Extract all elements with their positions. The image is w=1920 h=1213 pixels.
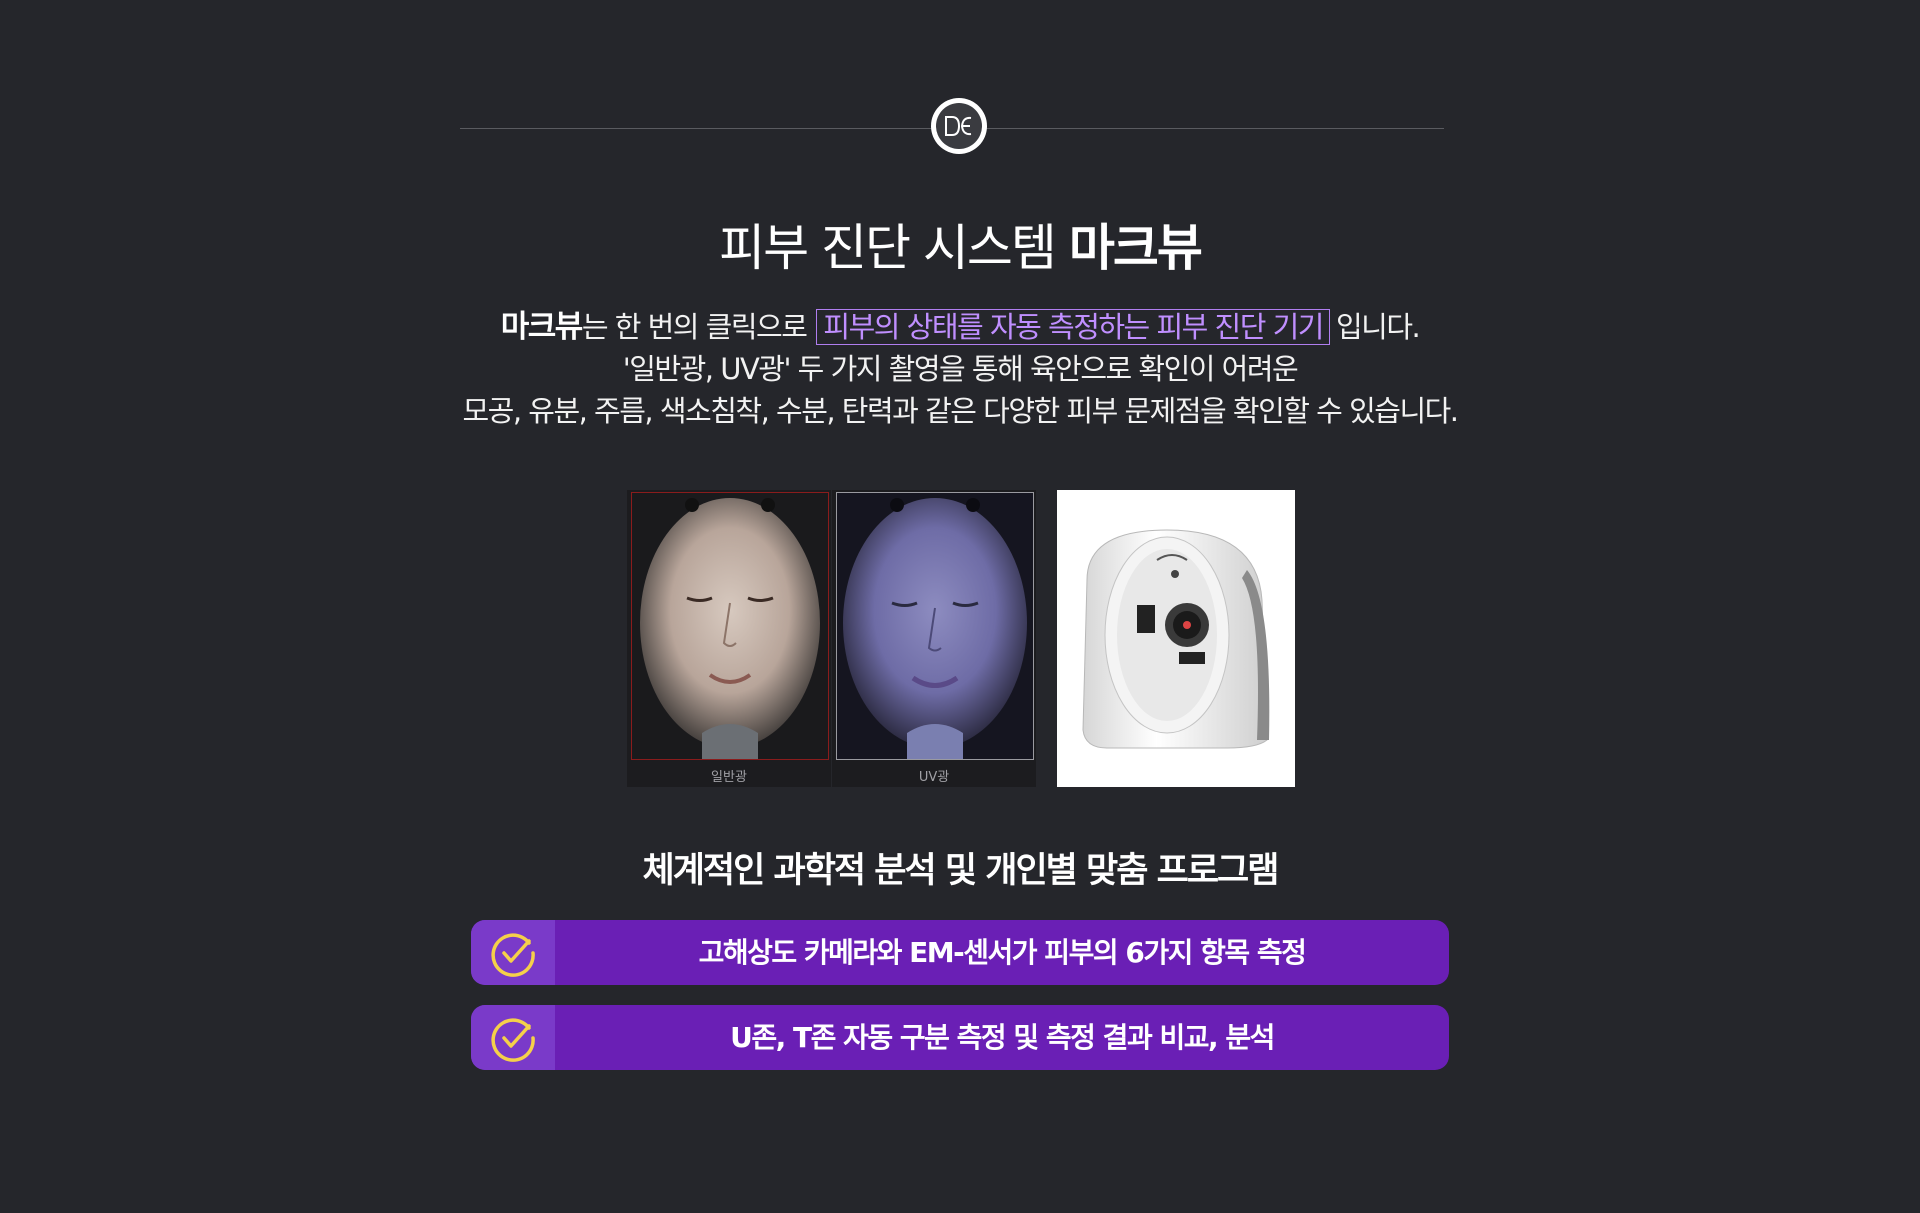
desc-text-a: 는 한 번의 클릭으로 bbox=[581, 310, 808, 344]
page-title: 피부 진단 시스템 마크뷰 bbox=[0, 208, 1920, 280]
de-monogram-icon bbox=[945, 116, 972, 136]
desc-text-b: 입니다. bbox=[1335, 310, 1421, 344]
title-brand: 마크뷰 bbox=[1068, 219, 1203, 277]
check-circle-icon bbox=[491, 1017, 535, 1062]
uv-light-label: UV광 bbox=[918, 770, 950, 785]
desc-highlight: 피부의 상태를 자동 측정하는 피부 진단 기기 bbox=[816, 309, 1330, 345]
desc-line-2: '일반광, UV광' 두 가지 촬영을 통해 육안으로 확인이 어려운 bbox=[622, 352, 1299, 386]
normal-light-photo: 일반광 bbox=[627, 490, 831, 787]
logo-badge bbox=[931, 98, 987, 154]
uv-light-photo: UV광 bbox=[832, 490, 1036, 787]
check-circle-icon bbox=[491, 932, 535, 977]
feature-item-1: 고해상도 카메라와 EM-센서가 피부의 6가지 항목 측정 bbox=[471, 920, 1449, 985]
desc-brand: 마크뷰 bbox=[500, 309, 584, 345]
feature-text-1: 고해상도 카메라와 EM-센서가 피부의 6가지 항목 측정 bbox=[698, 936, 1307, 969]
section-title: 체계적인 과학적 분석 및 개인별 맞춤 프로그램 bbox=[642, 851, 1280, 891]
feature-item-2: U존, T존 자동 구분 측정 및 측정 결과 비교, 분석 bbox=[471, 1005, 1449, 1070]
title-prefix: 피부 진단 시스템 bbox=[719, 219, 1057, 277]
normal-light-label: 일반광 bbox=[711, 770, 747, 785]
feature-text-2: U존, T존 자동 구분 측정 및 측정 결과 비교, 분석 bbox=[730, 1021, 1275, 1054]
markview-device-image bbox=[1057, 490, 1295, 787]
photo-gallery: 일반광 UV광 bbox=[627, 490, 1296, 787]
description: 마크뷰는 한 번의 클릭으로 피부의 상태를 자동 측정하는 피부 진단 기기 입니… bbox=[0, 306, 1920, 432]
desc-line-1: 마크뷰는 한 번의 클릭으로 피부의 상태를 자동 측정하는 피부 진단 기기 입니… bbox=[0, 306, 1920, 348]
desc-line-3: 모공, 유분, 주름, 색소침착, 수분, 탄력과 같은 다양한 피부 문제점을… bbox=[462, 394, 1459, 428]
